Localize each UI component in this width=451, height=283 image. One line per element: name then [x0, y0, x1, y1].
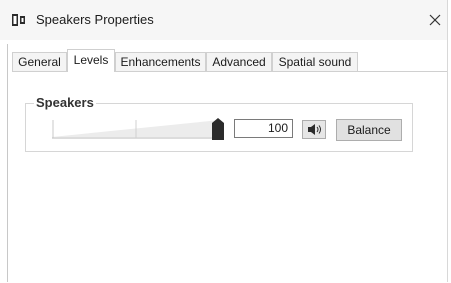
volume-value-field[interactable]: 100	[234, 119, 293, 138]
window-border	[447, 0, 448, 282]
volume-slider[interactable]	[50, 117, 222, 139]
window-border	[7, 44, 8, 282]
balance-button[interactable]: Balance	[336, 119, 402, 141]
properties-window: Speakers Properties General Levels Enhan…	[0, 0, 451, 283]
window-title: Speakers Properties	[36, 12, 154, 27]
tab-enhancements[interactable]: Enhancements	[115, 52, 206, 71]
tab-advanced[interactable]: Advanced	[206, 52, 272, 71]
speaker-icon	[12, 14, 25, 26]
mute-button[interactable]	[302, 120, 326, 139]
speaker-volume-icon	[308, 124, 321, 135]
volume-slider-thumb[interactable]	[212, 118, 224, 140]
speakers-group-label: Speakers	[34, 95, 96, 110]
title-bar[interactable]: Speakers Properties	[0, 0, 447, 40]
tab-spatial-sound[interactable]: Spatial sound	[272, 52, 358, 71]
close-icon[interactable]	[424, 9, 446, 31]
tab-general[interactable]: General	[12, 52, 67, 71]
tab-levels[interactable]: Levels	[67, 49, 115, 72]
